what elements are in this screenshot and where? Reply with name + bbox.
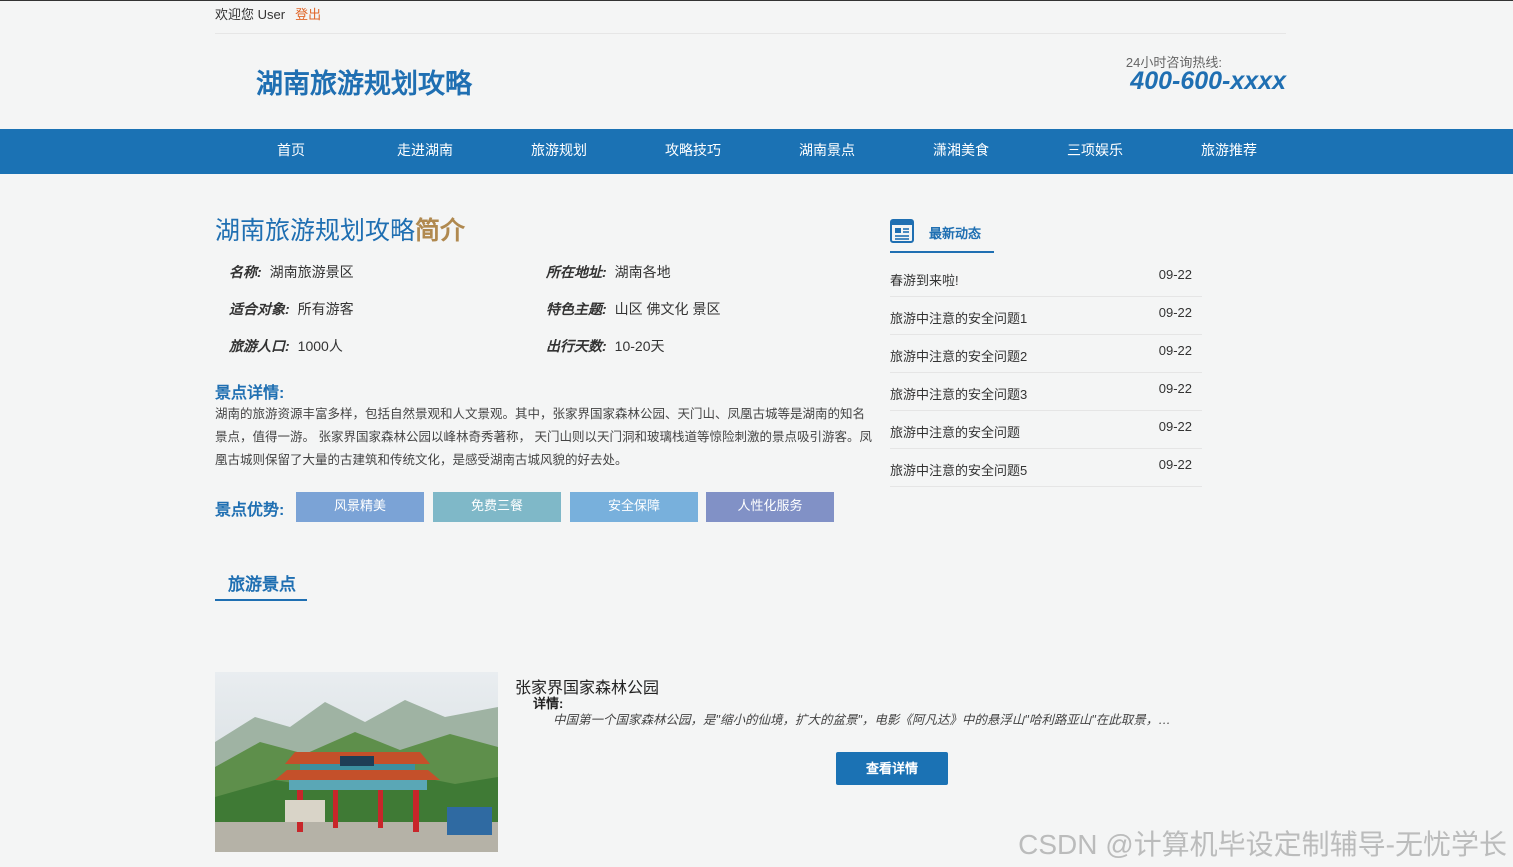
scenic-photo-image xyxy=(215,672,498,852)
news-item-date: 09-22 xyxy=(1158,457,1192,472)
news-item-date: 09-22 xyxy=(1158,267,1192,282)
info-days: 出行天数: 10-20天 xyxy=(546,338,665,354)
nav-item-tips[interactable]: 攻略技巧 xyxy=(626,129,760,172)
news-item[interactable]: 旅游中注意的安全问题5 09-22 xyxy=(890,449,1202,487)
hotline-number: 400-600-xxxx xyxy=(1130,67,1286,95)
news-item[interactable]: 旅游中注意的安全问题2 09-22 xyxy=(890,335,1202,373)
nav-item-about-hunan[interactable]: 走进湖南 xyxy=(358,129,492,172)
site-header: 湖南旅游规划攻略 24小时咨询热线: 400-600-xxxx xyxy=(215,34,1286,129)
news-item-title: 春游到来啦! xyxy=(890,273,959,288)
info-audience: 适合对象: 所有游客 xyxy=(229,301,354,317)
logout-link[interactable]: 登出 xyxy=(295,7,321,22)
info-population: 旅游人口: 1000人 xyxy=(229,338,343,354)
news-item-title: 旅游中注意的安全问题3 xyxy=(890,387,1028,402)
detail-heading: 景点详情: xyxy=(215,385,285,402)
nav-item-scenic-spots[interactable]: 湖南景点 xyxy=(760,129,894,172)
view-details-button[interactable]: 查看详情 xyxy=(836,752,948,785)
advantage-tag-safety: 安全保障 xyxy=(570,492,698,522)
main-nav: 首页 走进湖南 旅游规划 攻略技巧 湖南景点 潇湘美食 三项娱乐 旅游推荐 xyxy=(0,129,1513,174)
info-address: 所在地址: 湖南各地 xyxy=(546,264,671,280)
advantage-tag-free-meals: 免费三餐 xyxy=(433,492,561,522)
news-title: 最新动态 xyxy=(929,226,982,241)
detail-paragraph: 湖南的旅游资源丰富多样，包括自然景观和人文景观。其中，张家界国家森林公园、天门山… xyxy=(215,407,872,467)
advantage-tag-scenery: 风景精美 xyxy=(296,492,424,522)
info-theme: 特色主题: 山区 佛文化 景区 xyxy=(546,301,721,317)
nav-item-travel-planning[interactable]: 旅游规划 xyxy=(492,129,626,172)
news-item-title: 旅游中注意的安全问题2 xyxy=(890,349,1028,364)
news-item[interactable]: 旅游中注意的安全问题3 09-22 xyxy=(890,373,1202,411)
welcome-text: 欢迎您 User xyxy=(215,7,286,22)
news-item-date: 09-22 xyxy=(1158,343,1192,358)
news-item-title: 旅游中注意的安全问题 xyxy=(890,425,1021,440)
news-item-date: 09-22 xyxy=(1158,305,1192,320)
news-item-title: 旅游中注意的安全问题1 xyxy=(890,311,1028,326)
news-item-date: 09-22 xyxy=(1158,419,1192,434)
intro-title-main: 湖南旅游规划攻略 xyxy=(215,217,416,245)
intro-title: 湖南旅游规划攻略简介 xyxy=(215,211,465,247)
news-list: 春游到来啦! 09-22 旅游中注意的安全问题1 09-22 旅游中注意的安全问… xyxy=(890,259,1202,487)
advantage-label: 景点优势: xyxy=(215,502,285,519)
news-item[interactable]: 旅游中注意的安全问题 09-22 xyxy=(890,411,1202,449)
nav-item-home[interactable]: 首页 xyxy=(224,129,358,172)
news-item[interactable]: 春游到来啦! 09-22 xyxy=(890,259,1202,297)
news-header: 最新动态 xyxy=(890,218,994,253)
site-title[interactable]: 湖南旅游规划攻略 xyxy=(256,62,472,101)
top-bar: 欢迎您 User 登出 xyxy=(215,1,1286,34)
news-item-title: 旅游中注意的安全问题5 xyxy=(890,463,1028,478)
news-item-date: 09-22 xyxy=(1158,381,1192,396)
scenic-section-header: 旅游景点 xyxy=(215,561,307,601)
scenic-section-title: 旅游景点 xyxy=(228,575,296,594)
scenic-description: 中国第一个国家森林公园，是"缩小的仙境，扩大的盆景"，电影《阿凡达》中的悬浮山"… xyxy=(553,713,1171,727)
info-name: 名称: 湖南旅游景区 xyxy=(229,264,354,280)
nav-item-food[interactable]: 潇湘美食 xyxy=(894,129,1028,172)
nav-item-entertainment[interactable]: 三项娱乐 xyxy=(1028,129,1162,172)
advantage-tag-service: 人性化服务 xyxy=(706,492,834,522)
newspaper-icon xyxy=(890,219,914,243)
watermark: CSDN @计算机毕设定制辅导-无忧学长 xyxy=(1018,829,1507,860)
scenic-photo[interactable] xyxy=(215,672,498,852)
intro-title-accent: 简介 xyxy=(415,217,466,245)
nav-item-recommend[interactable]: 旅游推荐 xyxy=(1162,129,1296,172)
news-item[interactable]: 旅游中注意的安全问题1 09-22 xyxy=(890,297,1202,335)
